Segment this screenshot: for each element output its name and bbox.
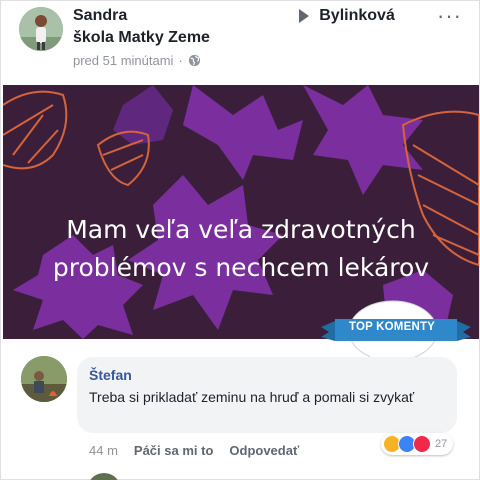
post-header-line: Sandra Bylinková	[73, 7, 395, 25]
redacted-region	[133, 7, 294, 25]
post-image-text-line2: problémov s nechcem lekárov	[52, 253, 430, 282]
post-timestamp[interactable]: pred 51 minútami	[73, 53, 173, 68]
author-avatar[interactable]	[19, 7, 63, 51]
post-image-text-line1: Mam veľa veľa zdravotných	[66, 215, 416, 244]
comment-actions: 44 m Páči sa mi to Odpovedať	[89, 443, 299, 458]
post-meta: pred 51 minútami ·	[73, 53, 201, 68]
comment-author[interactable]: Štefan	[89, 367, 132, 383]
like-comment-button[interactable]: Páči sa mi to	[134, 443, 213, 458]
group-name-continued[interactable]: škola Matky Zeme	[73, 29, 210, 47]
group-name-start[interactable]: Bylinková	[319, 7, 395, 25]
reaction-count: 27	[435, 438, 448, 450]
right-arrow-icon	[299, 9, 310, 23]
love-icon	[413, 435, 431, 453]
next-commenter-avatar[interactable]	[87, 473, 121, 480]
globe-icon	[188, 54, 200, 67]
commenter-avatar[interactable]	[21, 356, 67, 402]
reaction-summary[interactable]: 27	[381, 433, 454, 455]
post-card: Sandra Bylinková škola Matky Zeme pred 5…	[0, 0, 480, 480]
reply-comment-button[interactable]: Odpovedať	[229, 443, 299, 458]
more-options-icon[interactable]: ···	[437, 5, 462, 27]
comment-text: Treba si prikladať zeminu na hruď a poma…	[89, 389, 415, 405]
top-comments-label: TOP KOMENTY	[348, 321, 436, 333]
author-name[interactable]: Sandra	[73, 7, 127, 25]
meta-separator: ·	[178, 53, 183, 68]
comment-bubble: Štefan Treba si prikladať zeminu na hruď…	[77, 357, 457, 433]
comment-time[interactable]: 44 m	[89, 443, 118, 458]
post-image-text: Mam veľa veľa zdravotných problémov s ne…	[3, 211, 479, 287]
